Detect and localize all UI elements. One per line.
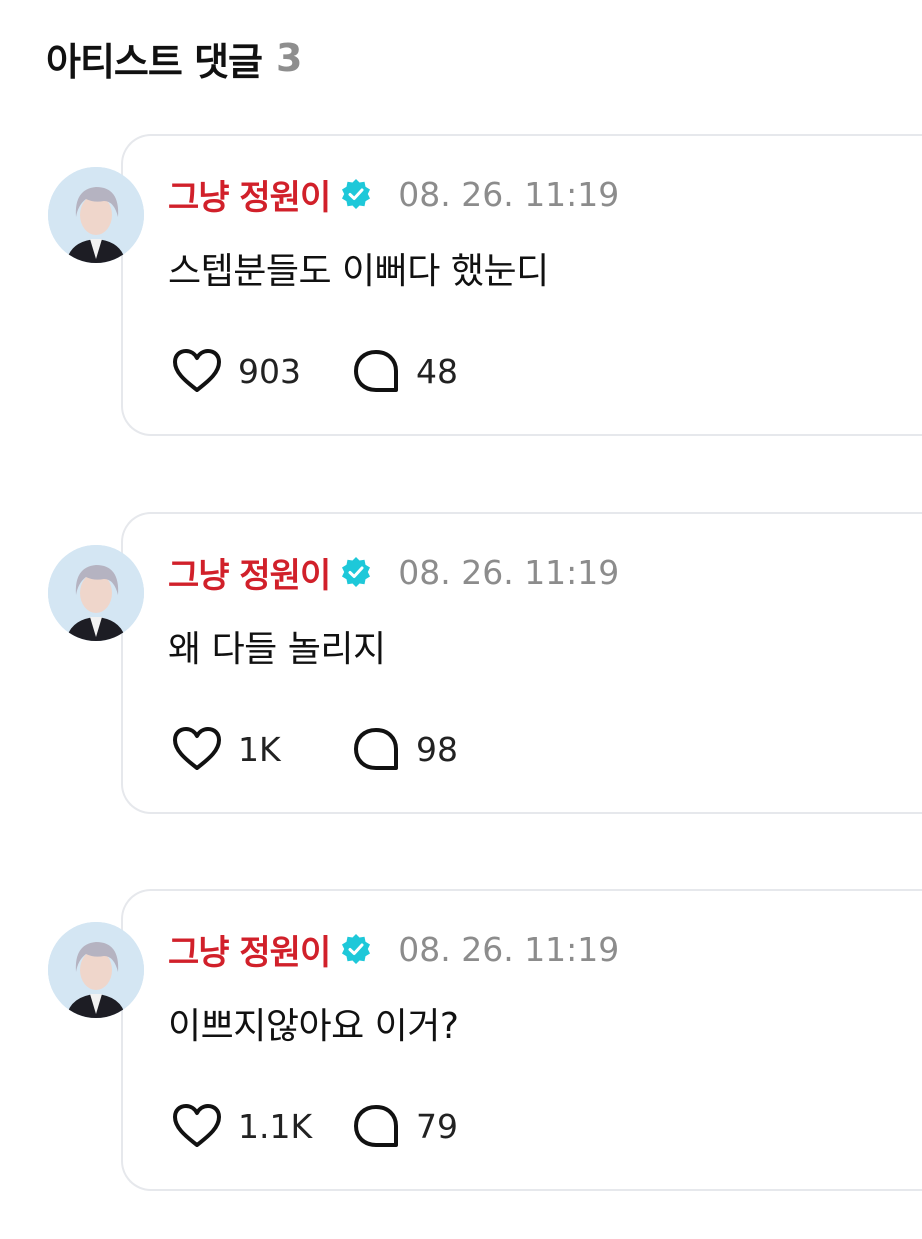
comment-meta: 그냥 정원이 08. 26. 11:19 bbox=[168, 548, 619, 596]
like-button[interactable]: 1K bbox=[170, 724, 350, 774]
like-count: 1K bbox=[238, 729, 281, 769]
comment-time: 08. 26. 11:19 bbox=[398, 174, 620, 214]
comment-text: 스텝분들도 이뻐다 했눈디 bbox=[168, 251, 549, 292]
like-button[interactable]: 1.1K bbox=[170, 1101, 350, 1151]
speech-bubble-icon bbox=[350, 346, 402, 396]
comment-actions: 1K 98 bbox=[170, 724, 458, 774]
like-count: 1.1K bbox=[238, 1106, 313, 1146]
verified-badge-icon bbox=[340, 933, 372, 965]
avatar[interactable] bbox=[48, 545, 144, 641]
comment-actions: 903 48 bbox=[170, 346, 458, 396]
reply-button[interactable]: 48 bbox=[350, 346, 458, 396]
reply-count: 98 bbox=[416, 729, 458, 769]
reply-button[interactable]: 79 bbox=[350, 1101, 458, 1151]
speech-bubble-icon bbox=[350, 1101, 402, 1151]
comment-count: 3 bbox=[276, 36, 302, 80]
section-title: 아티스트 댓글 bbox=[46, 39, 263, 84]
heart-icon bbox=[170, 724, 224, 774]
comment-time: 08. 26. 11:19 bbox=[398, 929, 620, 969]
comment-item: 그냥 정원이 08. 26. 11:19 스텝분들도 이뻐다 했눈디 903 4… bbox=[0, 134, 922, 444]
author-name[interactable]: 그냥 정원이 bbox=[168, 548, 331, 597]
comment-meta: 그냥 정원이 08. 26. 11:19 bbox=[168, 170, 619, 218]
like-count: 903 bbox=[238, 351, 301, 391]
verified-badge-icon bbox=[340, 178, 372, 210]
author-name[interactable]: 그냥 정원이 bbox=[168, 925, 331, 974]
reply-button[interactable]: 98 bbox=[350, 724, 458, 774]
section-header: 아티스트 댓글 3 bbox=[46, 30, 302, 86]
comment-text: 왜 다들 놀리지 bbox=[168, 629, 386, 670]
avatar[interactable] bbox=[48, 922, 144, 1018]
like-button[interactable]: 903 bbox=[170, 346, 350, 396]
reply-count: 48 bbox=[416, 351, 458, 391]
author-name[interactable]: 그냥 정원이 bbox=[168, 170, 331, 219]
speech-bubble-icon bbox=[350, 724, 402, 774]
comment-time: 08. 26. 11:19 bbox=[398, 552, 620, 592]
verified-badge-icon bbox=[340, 556, 372, 588]
comment-item: 그냥 정원이 08. 26. 11:19 이쁘지않아요 이거? 1.1K 79 bbox=[0, 889, 922, 1199]
avatar[interactable] bbox=[48, 167, 144, 263]
comment-text: 이쁘지않아요 이거? bbox=[168, 1006, 459, 1047]
heart-icon bbox=[170, 346, 224, 396]
comment-actions: 1.1K 79 bbox=[170, 1101, 458, 1151]
reply-count: 79 bbox=[416, 1106, 458, 1146]
comment-meta: 그냥 정원이 08. 26. 11:19 bbox=[168, 925, 619, 973]
heart-icon bbox=[170, 1101, 224, 1151]
comment-item: 그냥 정원이 08. 26. 11:19 왜 다들 놀리지 1K 98 bbox=[0, 512, 922, 822]
